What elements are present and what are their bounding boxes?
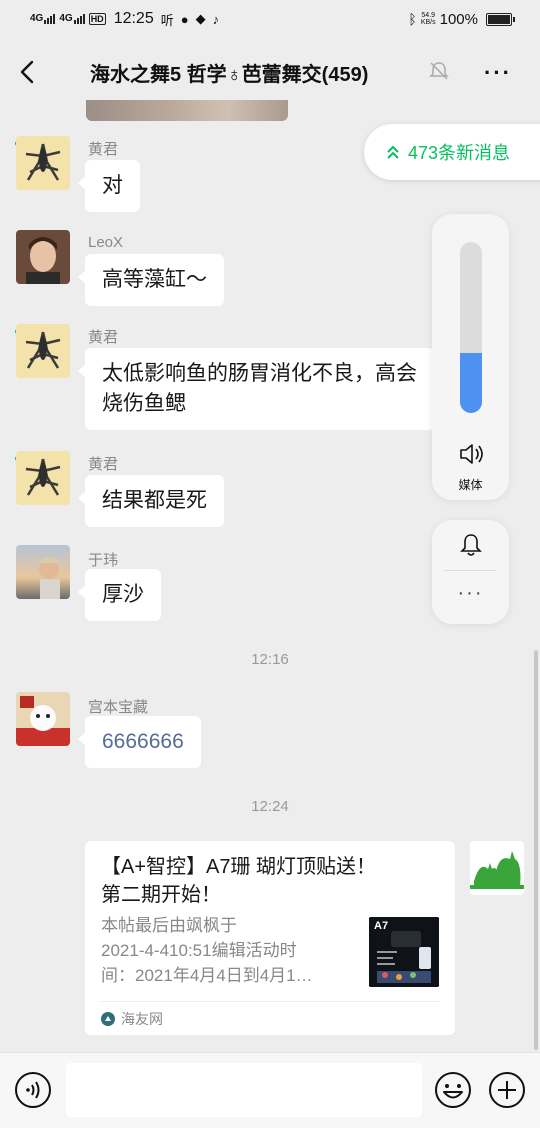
tiktok-icon: ♪ — [212, 11, 220, 27]
hd-voice-icon: HD — [88, 13, 106, 25]
link-card-thumbnail: A7 — [369, 917, 439, 987]
voice-input-icon[interactable] — [14, 1071, 52, 1109]
link-card-desc-line: 本帖最后由飒枫于 — [101, 916, 237, 935]
message-bubble[interactable]: 太低影响鱼的肠胃消化不良，高会 烧伤鱼鳃 — [78, 348, 434, 430]
panel-divider — [444, 570, 497, 571]
sender-name: 于玮 — [88, 552, 119, 569]
status-bar: 4G 4G HD 12:25 听 ● ◆ ♪ ᛒ 54.9 KB/s 100% — [0, 0, 540, 38]
child-avatar-icon — [16, 545, 70, 599]
sender-name: LeoX — [88, 234, 124, 251]
bluetooth-icon: ᛒ — [408, 11, 417, 27]
link-card[interactable]: 【A+智控】A7珊 瑚灯顶贴送！ 第二期开始！ 本帖最后由飒枫于 2021-4-… — [85, 841, 455, 1035]
image-message-preview[interactable] — [86, 100, 288, 121]
timestamp: 12:16 — [251, 651, 289, 668]
avatar[interactable] — [16, 230, 70, 284]
link-card-description: 本帖最后由飒枫于 2021-4-410:51编辑活动时 间：2021年4月4日到… — [101, 913, 351, 988]
sender-name: 黄君 — [88, 329, 119, 346]
message-line: 太低影响鱼的肠胃消化不良，高会 — [102, 362, 417, 385]
input-bar — [0, 1052, 540, 1128]
cellular-signal-icon-2: 4G — [59, 13, 85, 24]
my-avatar[interactable] — [470, 841, 524, 895]
sender-name: 黄君 — [88, 456, 119, 473]
sender-name: 宫本宝藏 — [88, 699, 149, 716]
chat-header: 海水之舞5 哲学♁芭蕾舞交(459) ··· — [0, 38, 540, 106]
new-messages-button[interactable]: 473条新消息 — [364, 124, 540, 180]
avatar[interactable] — [16, 324, 70, 378]
link-card-desc-line: 2021-4-410:51编辑活动时 — [101, 941, 297, 960]
battery-percent: 100% — [439, 10, 478, 28]
link-card-title-line: 【A+智控】A7珊 瑚灯顶贴送！ — [101, 856, 377, 878]
thumbnail-label: A7 — [374, 920, 389, 932]
link-card-source: 海友网 — [101, 1009, 163, 1029]
cats-logo-avatar-icon — [470, 841, 524, 895]
sound-controls-panel: ··· — [432, 520, 509, 624]
source-name: 海友网 — [121, 1011, 163, 1027]
clock: 12:25 — [113, 10, 154, 27]
insect-avatar-icon — [16, 324, 70, 378]
chat-title: 海水之舞5 哲学♁芭蕾舞交(459) — [90, 64, 369, 86]
network-type-1: 4G — [30, 13, 44, 24]
volume-panel: 媒体 — [432, 214, 509, 500]
listen-app-icon: 听 — [160, 12, 174, 28]
lucky-cat-avatar-icon — [16, 692, 70, 746]
message-input[interactable] — [66, 1063, 422, 1117]
source-logo-icon — [101, 1012, 115, 1026]
message-bubble[interactable]: 高等藻缸～ — [78, 254, 224, 306]
volume-slider[interactable] — [460, 242, 482, 413]
message-line: 烧伤鱼鳃 — [102, 392, 186, 415]
sender-name: 黄君 — [88, 141, 119, 158]
battery-icon — [486, 12, 515, 26]
avatar[interactable] — [16, 451, 70, 505]
double-chevron-up-icon — [387, 145, 399, 159]
mute-bell-icon — [429, 62, 449, 80]
sound-more-button[interactable]: ··· — [432, 582, 509, 605]
avatar[interactable] — [16, 136, 70, 190]
message-bubble[interactable]: 6666666 — [78, 716, 201, 768]
timestamp: 12:24 — [251, 798, 289, 815]
message-bubble[interactable]: 结果都是死 — [78, 475, 224, 527]
more-options-button[interactable]: ··· — [484, 60, 520, 85]
location-icon: ◆ — [195, 11, 206, 26]
message-bubble[interactable]: 对 — [78, 160, 140, 212]
volume-level — [460, 353, 482, 413]
insect-avatar-icon — [16, 451, 70, 505]
emoji-icon[interactable] — [434, 1071, 472, 1109]
scrollbar[interactable] — [534, 650, 538, 1050]
chat-bubble-icon: ● — [180, 11, 189, 27]
card-divider — [101, 1001, 439, 1002]
link-card-title: 【A+智控】A7珊 瑚灯顶贴送！ 第二期开始！ — [101, 853, 431, 909]
link-card-desc-line: 间：2021年4月4日到4月1… — [101, 966, 313, 985]
avatar[interactable] — [16, 545, 70, 599]
network-type-2: 4G — [59, 13, 73, 24]
net-speed: 54.9 KB/s — [420, 12, 436, 26]
person-avatar-icon — [16, 230, 70, 284]
new-messages-label: 473条新消息 — [408, 143, 511, 163]
insect-avatar-icon — [16, 136, 70, 190]
ringer-bell-icon[interactable] — [459, 532, 483, 558]
link-card-title-line: 第二期开始！ — [101, 884, 221, 906]
plus-icon[interactable] — [488, 1071, 526, 1109]
message-bubble[interactable]: 厚沙 — [78, 569, 161, 621]
back-arrow-icon[interactable] — [16, 58, 40, 86]
volume-mode-label: 媒体 — [458, 478, 483, 492]
cellular-signal-icon-1: 4G — [30, 13, 56, 24]
speaker-icon[interactable] — [458, 442, 484, 466]
avatar[interactable] — [16, 692, 70, 746]
